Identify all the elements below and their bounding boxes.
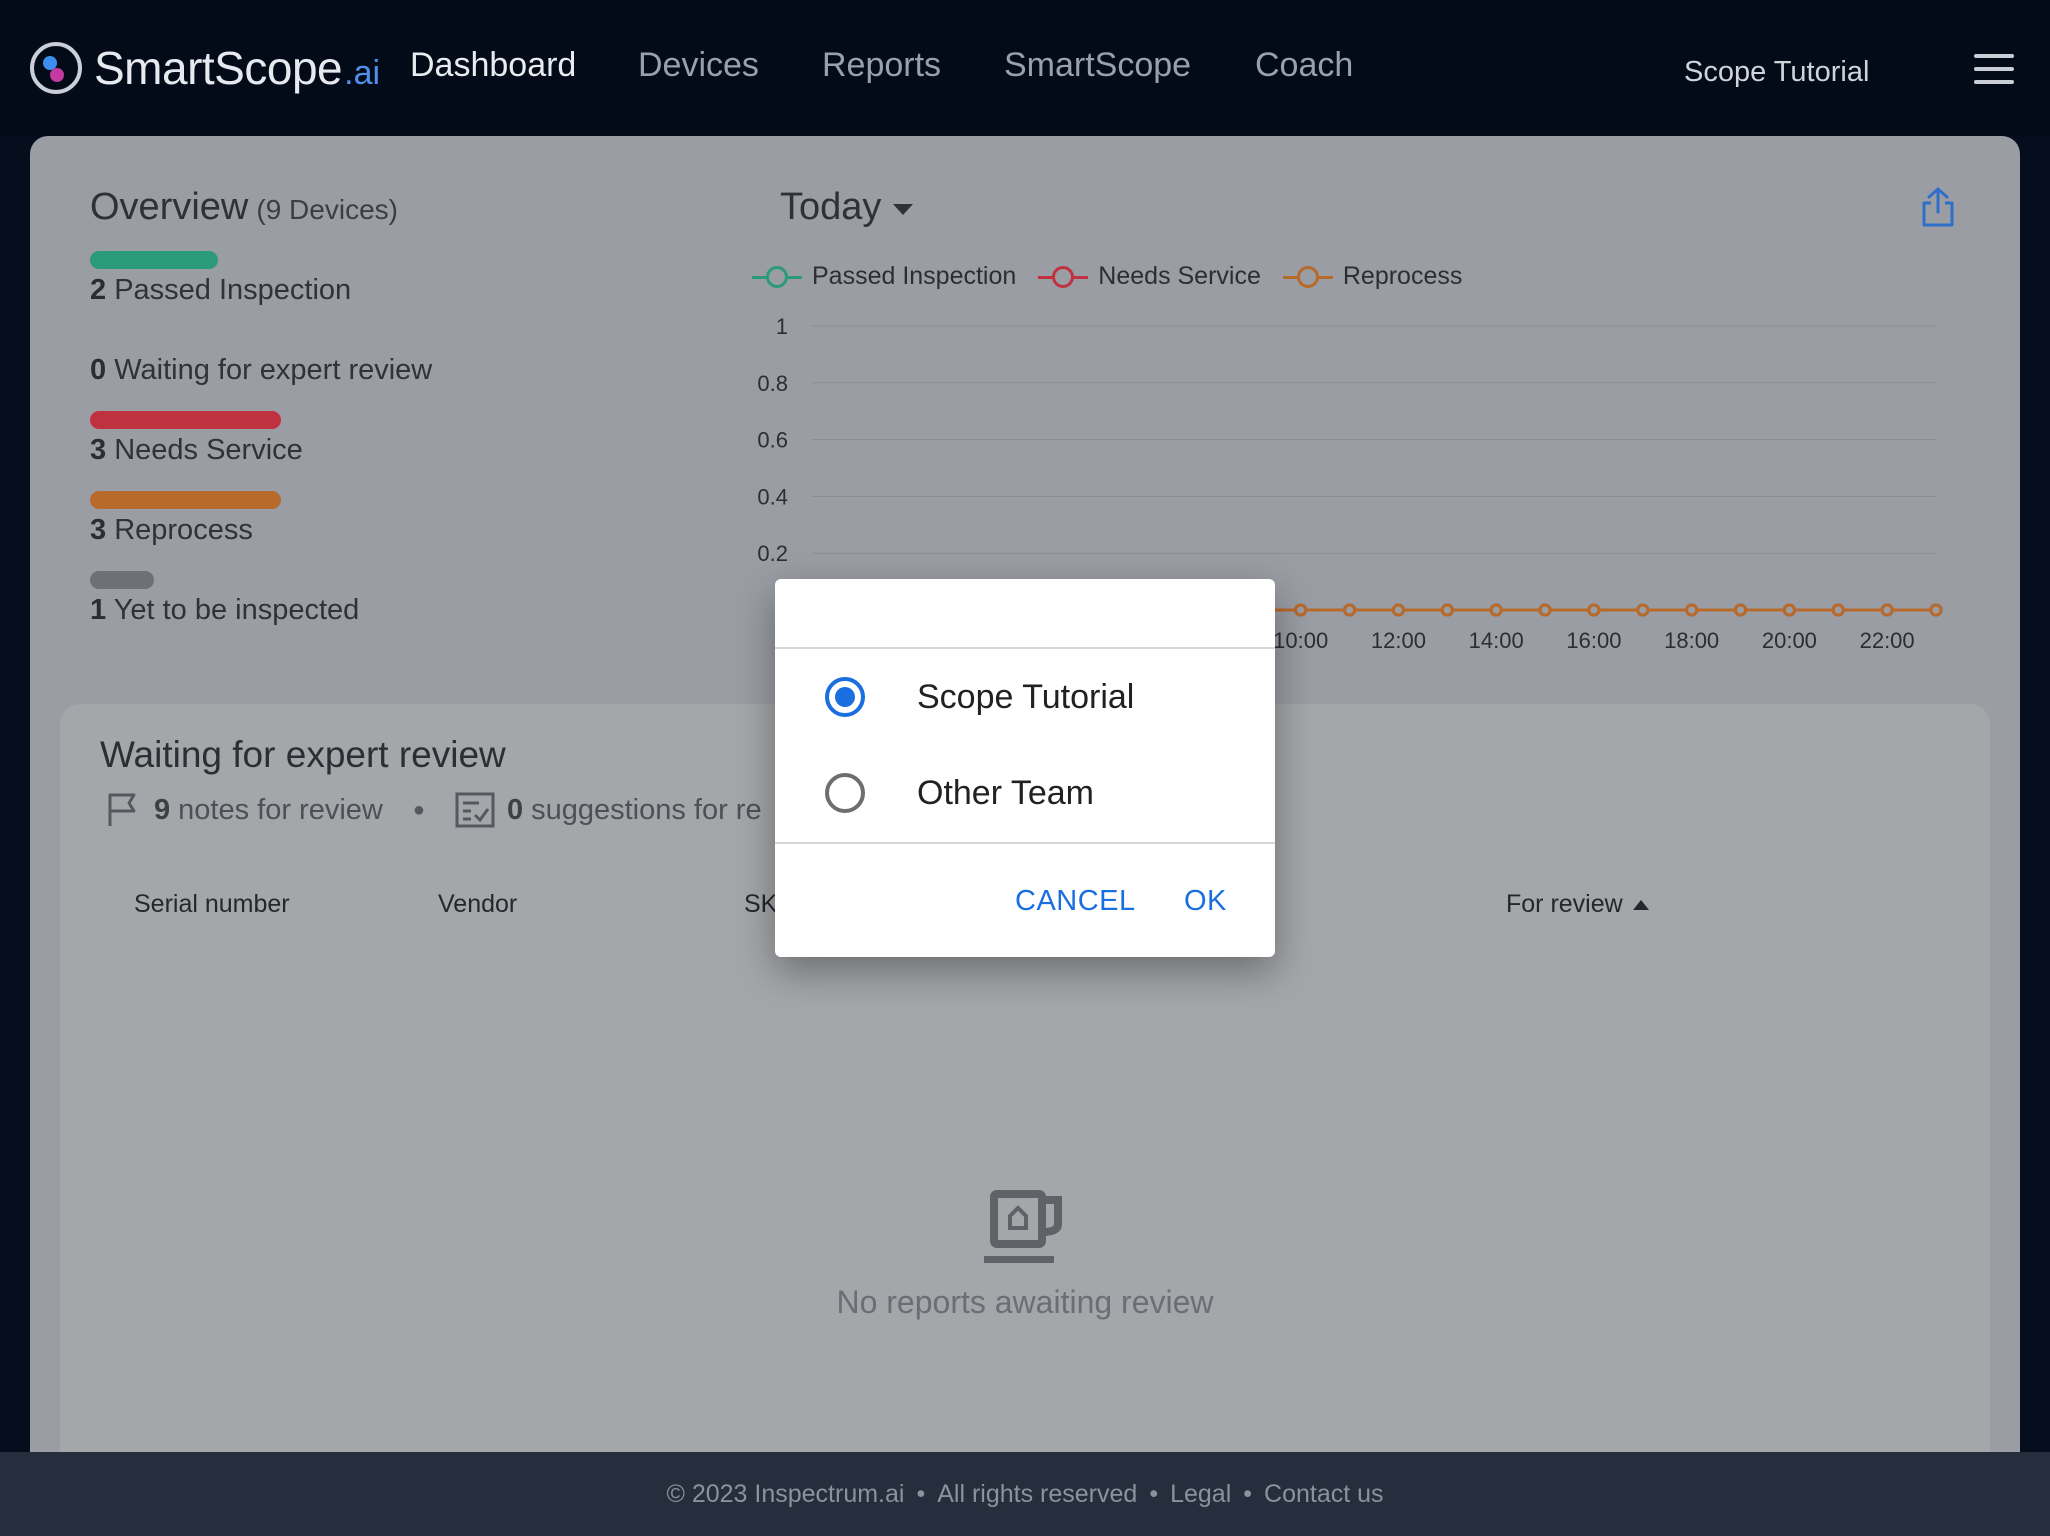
- sort-ascending-icon: [1632, 900, 1649, 911]
- top-nav: SmartScope .ai Dashboard Devices Reports…: [0, 0, 2050, 136]
- nav-reports[interactable]: Reports: [822, 46, 941, 85]
- date-range-label: Today: [780, 186, 882, 228]
- x-tick-label: 12:00: [1371, 628, 1426, 653]
- stat-yet-to-inspect[interactable]: 1 Yet to be inspected: [90, 594, 359, 627]
- reprocess-bar: [90, 491, 282, 509]
- legend-passed-label: Passed Inspection: [812, 262, 1017, 290]
- y-tick-label: 1: [776, 314, 788, 339]
- logo-text: SmartScope: [94, 42, 343, 94]
- data-point: [1294, 603, 1308, 617]
- notes-label: notes for review: [178, 793, 383, 826]
- y-tick-label: 0.6: [757, 428, 788, 453]
- y-tick-label: 0.4: [757, 484, 788, 509]
- date-range-dropdown[interactable]: Today: [780, 186, 914, 229]
- data-point: [1343, 603, 1357, 617]
- needs-service-bar: [90, 411, 282, 429]
- footer-legal-link[interactable]: Legal: [1170, 1480, 1231, 1508]
- data-point: [1929, 603, 1943, 617]
- radio-checked-icon[interactable]: [825, 677, 865, 717]
- x-tick-label: 10:00: [1273, 628, 1328, 653]
- caret-down-icon: [893, 204, 914, 215]
- team-selector[interactable]: Scope Tutorial: [1684, 56, 1869, 89]
- legend-reprocess-swatch: [1282, 263, 1333, 291]
- legend-passed-swatch: [752, 263, 802, 291]
- option-other-team-label: Other Team: [917, 773, 1095, 812]
- x-tick-label: 20:00: [1762, 628, 1817, 653]
- data-point: [1587, 603, 1601, 617]
- smartscope-logo-icon: [30, 42, 82, 94]
- footer: © 2023 Inspectrum.ai • All rights reserved…: [0, 1452, 2050, 1536]
- coffee-cup-icon: [984, 1190, 1062, 1263]
- column-sku[interactable]: SK: [744, 890, 777, 919]
- stat-passed[interactable]: 2 Passed Inspection: [90, 274, 351, 307]
- legend-reprocess[interactable]: Reprocess: [1282, 262, 1463, 291]
- stat-reprocess[interactable]: 3 Reprocess: [90, 514, 253, 547]
- data-point: [1782, 603, 1796, 617]
- data-point: [1734, 603, 1748, 617]
- share-icon[interactable]: [1920, 186, 1956, 228]
- review-summary: 9 notes for review ● 0 suggestions for r…: [106, 792, 762, 828]
- smartscope-logo[interactable]: SmartScope .ai: [30, 38, 380, 98]
- option-scope-tutorial[interactable]: Scope Tutorial: [825, 677, 1134, 717]
- data-point: [1538, 603, 1552, 617]
- x-tick-label: 14:00: [1469, 628, 1524, 653]
- option-scope-tutorial-label: Scope Tutorial: [917, 677, 1135, 716]
- stat-waiting[interactable]: 0 Waiting for expert review: [90, 354, 432, 387]
- chart-legend: Passed Inspection Needs Service Reproces…: [752, 262, 1484, 291]
- data-point: [1831, 603, 1845, 617]
- nav-devices[interactable]: Devices: [638, 46, 759, 85]
- x-tick-label: 16:00: [1566, 628, 1621, 653]
- data-point: [1440, 603, 1454, 617]
- data-point: [1685, 603, 1699, 617]
- data-point: [1880, 603, 1894, 617]
- yet-to-inspect-bar: [90, 571, 154, 589]
- nav-smartscope[interactable]: SmartScope: [1004, 46, 1191, 85]
- footer-rights: All rights reserved: [937, 1480, 1138, 1508]
- stat-needs-service[interactable]: 3 Needs Service: [90, 434, 303, 467]
- separator-dot: ●: [412, 798, 425, 821]
- column-for-review[interactable]: For review: [1506, 890, 1649, 919]
- logo-suffix: .ai: [344, 53, 381, 92]
- x-tick-label: 22:00: [1860, 628, 1915, 653]
- legend-needs-service-swatch: [1038, 263, 1089, 291]
- cancel-button[interactable]: CANCEL: [1015, 885, 1136, 918]
- flag-icon: [108, 793, 136, 826]
- overview-heading: Overview: [90, 186, 249, 228]
- suggestions-label: suggestions for re: [531, 793, 762, 826]
- dialog-divider: [775, 842, 1275, 844]
- dialog-header: [775, 579, 1275, 649]
- column-serial-number[interactable]: Serial number: [134, 890, 290, 919]
- y-tick-label: 0.2: [757, 541, 788, 566]
- footer-contact-link[interactable]: Contact us: [1264, 1480, 1384, 1508]
- x-tick-label: 18:00: [1664, 628, 1719, 653]
- y-tick-label: 0.8: [757, 371, 788, 396]
- footer-copyright: © 2023 Inspectrum.ai: [666, 1480, 905, 1508]
- data-point: [1636, 603, 1650, 617]
- option-other-team[interactable]: Other Team: [825, 773, 1094, 813]
- legend-passed[interactable]: Passed Inspection: [752, 262, 1016, 291]
- data-point: [1489, 603, 1503, 617]
- legend-reprocess-label: Reprocess: [1342, 262, 1463, 290]
- legend-needs-service-label: Needs Service: [1098, 262, 1261, 290]
- ok-button[interactable]: OK: [1184, 885, 1227, 918]
- legend-needs-service[interactable]: Needs Service: [1038, 262, 1261, 291]
- overview-title: Overview (9 Devices): [90, 186, 398, 229]
- team-select-dialog: Scope Tutorial Other Team CANCEL OK: [775, 579, 1275, 957]
- passed-bar: [90, 251, 218, 269]
- suggestions-icon: [455, 792, 495, 828]
- empty-state-text: No reports awaiting review: [836, 1284, 1214, 1320]
- hamburger-menu-icon[interactable]: [1974, 54, 2014, 84]
- nav-dashboard[interactable]: Dashboard: [410, 46, 576, 85]
- review-title: Waiting for expert review: [100, 734, 506, 775]
- for-review-label: For review: [1506, 890, 1623, 918]
- notes-count: 9: [154, 793, 171, 826]
- device-count: (9 Devices): [256, 194, 398, 225]
- data-point: [1391, 603, 1405, 617]
- column-vendor[interactable]: Vendor: [438, 890, 517, 919]
- radio-unchecked-icon[interactable]: [825, 773, 865, 813]
- suggestions-count: 0: [506, 793, 524, 826]
- nav-coach[interactable]: Coach: [1255, 46, 1353, 85]
